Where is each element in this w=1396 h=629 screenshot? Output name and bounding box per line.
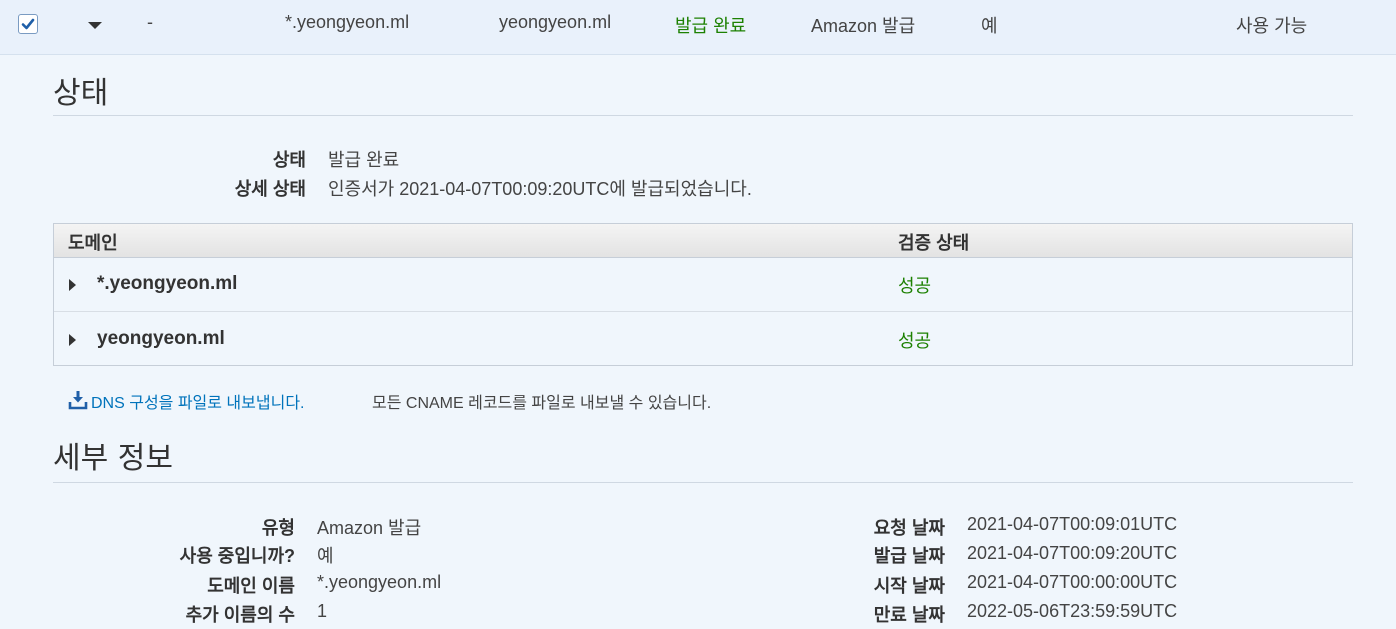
- checkmark-icon: [21, 18, 35, 30]
- row-type: Amazon 발급: [811, 16, 916, 36]
- table-row[interactable]: *.yeongyeon.ml 성공: [54, 257, 1352, 312]
- row-checkbox[interactable]: [18, 14, 38, 34]
- validation-status-cell: 성공: [898, 331, 932, 351]
- start-date-value: 2021-04-07T00:00:00UTC: [967, 572, 1178, 592]
- status-section-title: 상태: [53, 76, 109, 111]
- details-section-title: 세부 정보: [53, 441, 173, 476]
- type-label: 유형: [261, 518, 295, 538]
- detail-status-label: 상세 상태: [234, 179, 306, 199]
- additional-names-label: 추가 이름의 수: [185, 605, 295, 625]
- row-extra-name: yeongyeon.ml: [499, 12, 612, 32]
- in-use-label: 사용 중입니까?: [179, 546, 295, 566]
- status-value: 발급 완료: [328, 150, 400, 170]
- export-dns-link-label[interactable]: DNS 구성을 파일로 내보냅니다.: [91, 389, 304, 413]
- issued-date-value: 2021-04-07T00:09:20UTC: [967, 543, 1178, 563]
- row-in-use: 예: [981, 16, 998, 36]
- issued-date-label: 발급 날짜: [873, 546, 945, 566]
- requested-date-label: 요청 날짜: [873, 518, 945, 538]
- status-label: 상태: [272, 150, 306, 170]
- expand-row-icon[interactable]: [88, 22, 102, 29]
- download-icon: [68, 391, 88, 410]
- validation-status-cell: 성공: [898, 276, 932, 296]
- detail-status-value: 인증서가 2021-04-07T00:09:20UTC에 발급되었습니다.: [328, 179, 752, 199]
- table-header: 도메인 검증 상태: [54, 224, 1352, 258]
- start-date-label: 시작 날짜: [873, 576, 945, 596]
- export-note: 모든 CNAME 레코드를 파일로 내보낼 수 있습니다.: [372, 395, 712, 412]
- table-row[interactable]: yeongyeon.ml 성공: [54, 312, 1352, 366]
- row-domain-name: *.yeongyeon.ml: [285, 12, 410, 32]
- domain-name-value: *.yeongyeon.ml: [317, 572, 442, 592]
- column-header-domain: 도메인: [68, 233, 118, 253]
- requested-date-value: 2021-04-07T00:09:01UTC: [967, 514, 1178, 534]
- domain-cell: yeongyeon.ml: [97, 328, 225, 349]
- domain-cell: *.yeongyeon.ml: [97, 273, 238, 294]
- expiry-date-value: 2022-05-06T23:59:59UTC: [967, 601, 1178, 621]
- in-use-value: 예: [317, 546, 334, 566]
- column-header-validation: 검증 상태: [898, 233, 970, 253]
- type-value: Amazon 발급: [317, 518, 422, 538]
- details-divider: [53, 482, 1353, 483]
- expand-arrow-icon[interactable]: [69, 279, 76, 291]
- domain-name-label: 도메인 이름: [207, 576, 295, 596]
- row-renewal: 사용 가능: [1236, 16, 1308, 36]
- domain-validation-table: 도메인 검증 상태 *.yeongyeon.ml 성공 yeongyeon.ml…: [53, 223, 1353, 366]
- row-status: 발급 완료: [675, 16, 747, 36]
- expiry-date-label: 만료 날짜: [873, 605, 945, 625]
- expand-arrow-icon[interactable]: [69, 334, 76, 346]
- status-divider: [53, 115, 1353, 116]
- additional-names-value: 1: [317, 601, 328, 621]
- certificate-row[interactable]: - *.yeongyeon.ml yeongyeon.ml 발급 완료 Amaz…: [0, 0, 1396, 55]
- row-dash: -: [147, 12, 153, 32]
